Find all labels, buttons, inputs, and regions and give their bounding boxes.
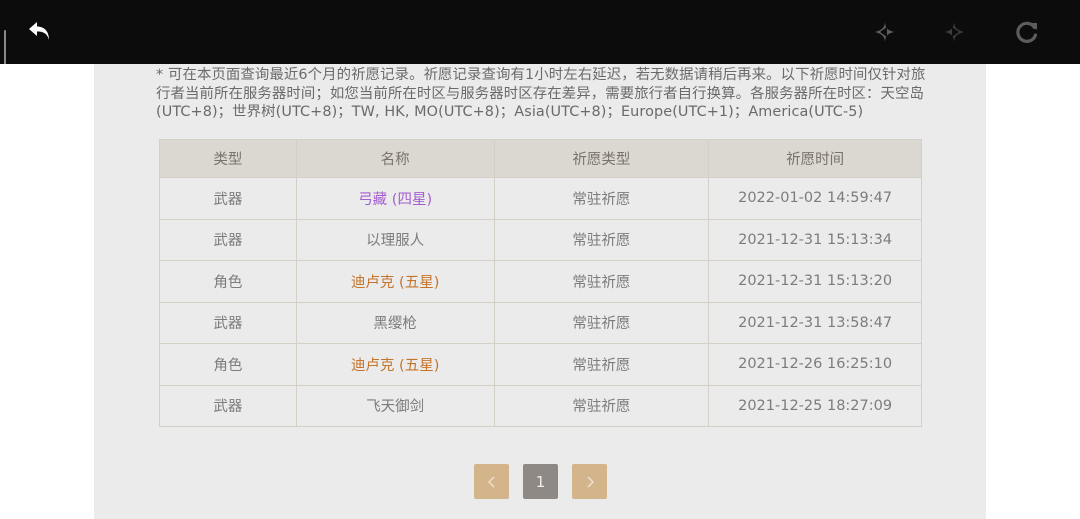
header-type: 类型 bbox=[159, 139, 297, 178]
query-notice: * 可在本页面查询最近6个月的祈愿记录。祈愿记录查询有1小时左右延迟，若无数据请… bbox=[156, 67, 926, 120]
header-name: 名称 bbox=[295, 139, 495, 178]
cell-time: 2021-12-31 15:13:20 bbox=[708, 260, 922, 303]
next-page-button[interactable] bbox=[572, 464, 607, 499]
sparkle-prev-icon[interactable] bbox=[866, 14, 902, 50]
cell-name: 黑缨枪 bbox=[295, 301, 495, 344]
cell-wish-type: 常驻祈愿 bbox=[493, 343, 710, 386]
table-row: 武器 以理服人 常驻祈愿 2021-12-31 15:13:34 bbox=[159, 218, 922, 261]
header-wish-type: 祈愿类型 bbox=[493, 139, 710, 178]
table-row: 武器 飞天御剑 常驻祈愿 2021-12-25 18:27:09 bbox=[159, 384, 922, 427]
table-row: 武器 黑缨枪 常驻祈愿 2021-12-31 13:58:47 bbox=[159, 301, 922, 344]
cell-time: 2021-12-31 15:13:34 bbox=[708, 218, 922, 261]
prev-page-button[interactable] bbox=[474, 464, 509, 499]
cell-wish-type: 常驻祈愿 bbox=[493, 260, 710, 303]
cell-name: 迪卢克 (五星) bbox=[295, 260, 495, 303]
header-wish-time: 祈愿时间 bbox=[708, 139, 922, 178]
sparkle-next-icon[interactable] bbox=[937, 14, 973, 50]
cell-wish-type: 常驻祈愿 bbox=[493, 218, 710, 261]
cell-wish-type: 常驻祈愿 bbox=[493, 177, 710, 220]
cell-time: 2021-12-25 18:27:09 bbox=[708, 384, 922, 427]
cell-wish-type: 常驻祈愿 bbox=[493, 384, 710, 427]
table-row: 角色 迪卢克 (五星) 常驻祈愿 2021-12-26 16:25:10 bbox=[159, 343, 922, 386]
cell-name: 飞天御剑 bbox=[295, 384, 495, 427]
table-row: 角色 迪卢克 (五星) 常驻祈愿 2021-12-31 15:13:20 bbox=[159, 260, 922, 303]
cell-name: 以理服人 bbox=[295, 218, 495, 261]
cell-time: 2021-12-26 16:25:10 bbox=[708, 343, 922, 386]
wish-history-table: 类型 名称 祈愿类型 祈愿时间 武器 弓藏 (四星) 常驻祈愿 2022-01-… bbox=[159, 139, 922, 427]
cell-type: 武器 bbox=[159, 384, 297, 427]
cell-time: 2022-01-02 14:59:47 bbox=[708, 177, 922, 220]
cell-wish-type: 常驻祈愿 bbox=[493, 301, 710, 344]
cell-type: 武器 bbox=[159, 301, 297, 344]
table-header-row: 类型 名称 祈愿类型 祈愿时间 bbox=[159, 139, 922, 178]
top-toolbar bbox=[0, 0, 1080, 64]
page-number-button[interactable]: 1 bbox=[523, 464, 558, 499]
cell-name: 弓藏 (四星) bbox=[295, 177, 495, 220]
cell-type: 武器 bbox=[159, 177, 297, 220]
chevron-right-icon bbox=[587, 476, 594, 487]
cell-type: 角色 bbox=[159, 343, 297, 386]
cell-type: 武器 bbox=[159, 218, 297, 261]
table-row: 武器 弓藏 (四星) 常驻祈愿 2022-01-02 14:59:47 bbox=[159, 177, 922, 220]
cell-time: 2021-12-31 13:58:47 bbox=[708, 301, 922, 344]
chevron-left-icon bbox=[487, 476, 494, 487]
refresh-icon[interactable] bbox=[1009, 14, 1045, 50]
back-arrow-icon[interactable] bbox=[22, 14, 58, 50]
cell-type: 角色 bbox=[159, 260, 297, 303]
cell-name: 迪卢克 (五星) bbox=[295, 343, 495, 386]
